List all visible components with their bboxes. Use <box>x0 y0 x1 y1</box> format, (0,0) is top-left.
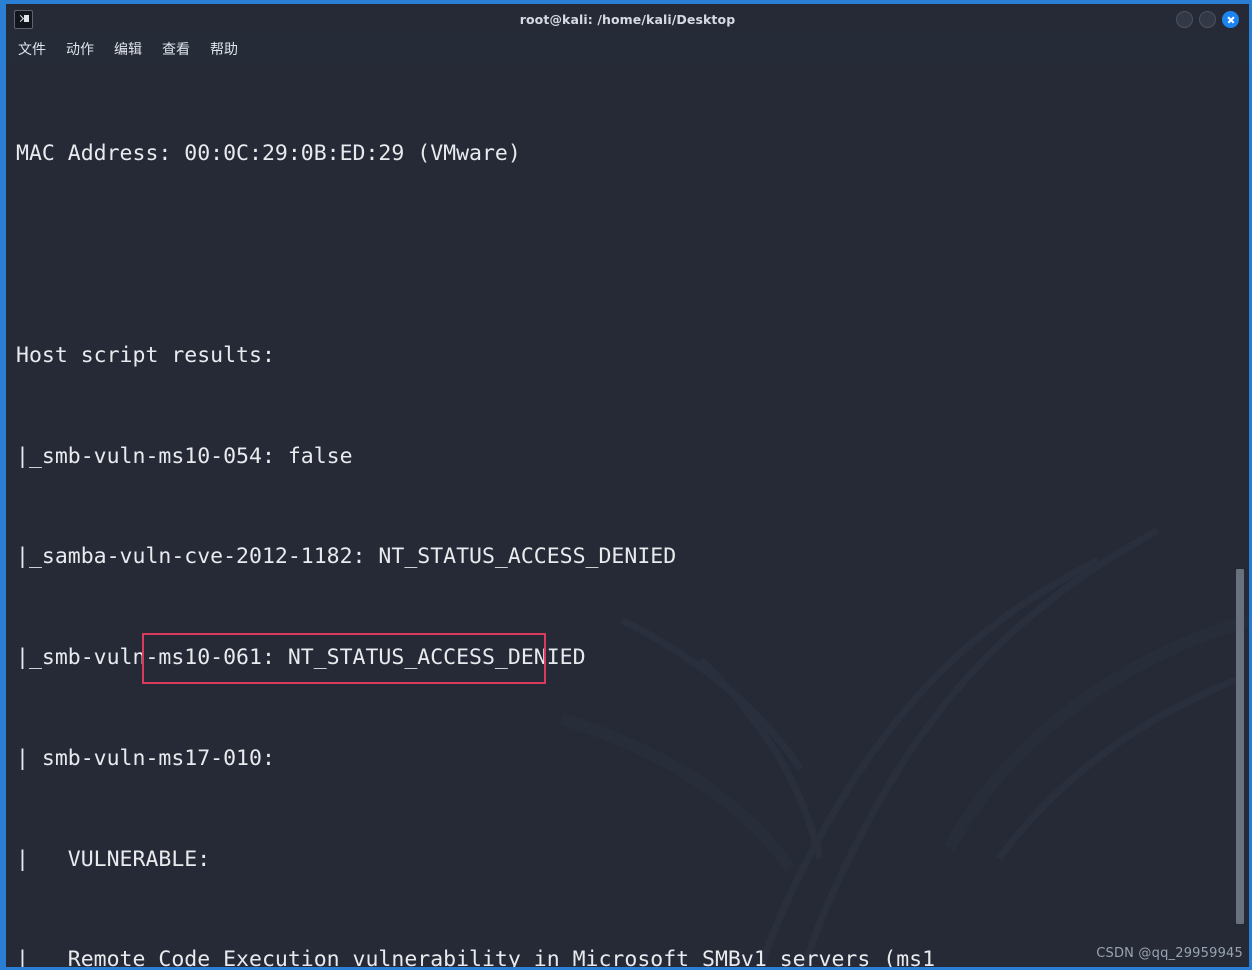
window-title: root@kali: /home/kali/Desktop <box>519 11 736 27</box>
menu-item-edit[interactable]: 编辑 <box>112 37 144 61</box>
window-titlebar: root@kali: /home/kali/Desktop <box>6 4 1249 34</box>
maximize-button[interactable] <box>1199 10 1216 28</box>
terminal-text: MAC Address: 00:0C:29:0B:ED:29 (VMware) … <box>6 64 1249 967</box>
menu-item-actions[interactable]: 动作 <box>64 37 96 61</box>
window-controls <box>1176 10 1243 28</box>
terminal-line: | VULNERABLE: <box>16 846 211 872</box>
vertical-scrollbar[interactable] <box>1233 64 1247 967</box>
terminal-line: |_samba-vuln-cve-2012-1182: NT_STATUS_AC… <box>16 544 677 570</box>
terminal-line: | Remote Code Execution vulnerability in… <box>16 947 936 967</box>
terminal-line: | smb-vuln-ms17-010: <box>16 745 275 771</box>
terminal-line: MAC Address: 00:0C:29:0B:ED:29 (VMware) <box>16 141 521 167</box>
scrollbar-thumb[interactable] <box>1236 569 1244 924</box>
terminal-line: |_smb-vuln-ms10-061: NT_STATUS_ACCESS_DE… <box>16 645 586 671</box>
terminal-window: root@kali: /home/kali/Desktop 文件 动作 编辑 查… <box>0 0 1252 970</box>
menu-item-file[interactable]: 文件 <box>16 37 48 61</box>
watermark-label: CSDN @qq_29959945 <box>1096 946 1243 961</box>
menu-bar: 文件 动作 编辑 查看 帮助 <box>6 34 1249 64</box>
terminal-output-area[interactable]: MAC Address: 00:0C:29:0B:ED:29 (VMware) … <box>6 64 1249 967</box>
menu-item-view[interactable]: 查看 <box>160 37 192 61</box>
terminal-icon <box>14 9 33 29</box>
minimize-button[interactable] <box>1176 10 1193 28</box>
close-button[interactable] <box>1222 10 1239 28</box>
menu-item-help[interactable]: 帮助 <box>208 37 240 61</box>
terminal-line: Host script results: <box>16 342 275 368</box>
terminal-line: |_smb-vuln-ms10-054: false <box>16 443 353 469</box>
